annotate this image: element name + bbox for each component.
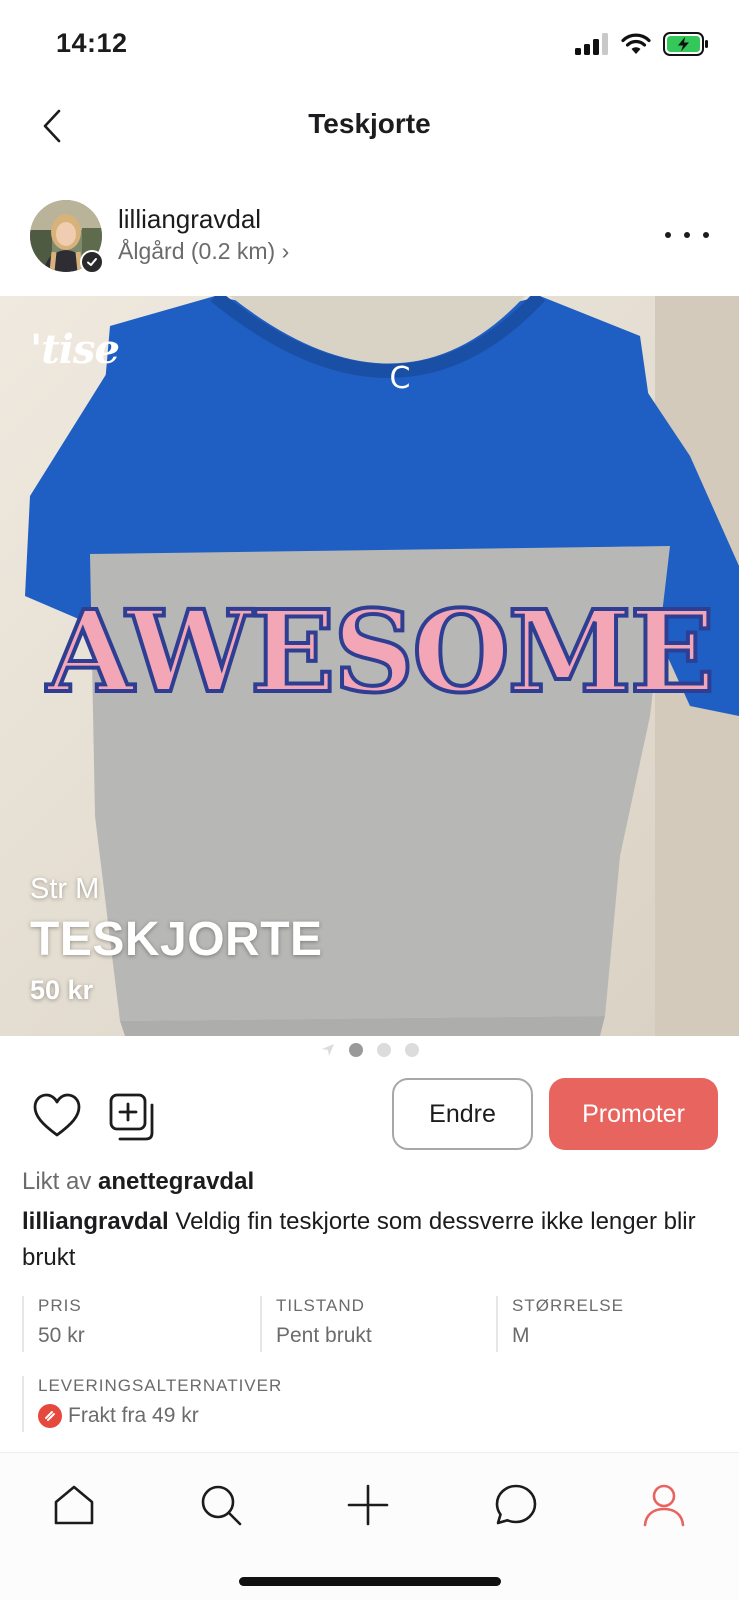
- home-indicator: [239, 1577, 501, 1586]
- tab-profile[interactable]: [634, 1475, 694, 1535]
- detail-size: STØRRELSE M: [496, 1296, 624, 1352]
- plus-icon: [347, 1484, 389, 1526]
- shirt-print: AWESOME: [46, 587, 713, 718]
- seller-header: lilliangravdal Ålgård (0.2 km) ›: [0, 196, 739, 280]
- wifi-icon: [621, 33, 651, 54]
- detail-label: PRIS: [38, 1296, 82, 1315]
- liked-by-user[interactable]: anettegravdal: [98, 1168, 254, 1195]
- more-dot-icon: [703, 232, 709, 238]
- overlay-price: 50 kr: [30, 975, 94, 1005]
- seller-location[interactable]: Ålgård (0.2 km) ›: [118, 238, 289, 265]
- liked-by: Likt av anettegravdal: [22, 1168, 254, 1196]
- detail-label: TILSTAND: [276, 1296, 365, 1315]
- add-collection-icon: [109, 1093, 154, 1141]
- more-dot-icon: [665, 232, 671, 238]
- tab-home[interactable]: [44, 1475, 104, 1535]
- overlay-size: Str M: [30, 873, 100, 905]
- pager-dot[interactable]: [404, 1043, 419, 1057]
- delivery-label: LEVERINGSALTERNATIVER: [38, 1376, 283, 1395]
- signal-icon: [575, 33, 608, 55]
- nav-bar: Teskjorte: [0, 90, 739, 162]
- status-time: 14:12: [56, 28, 128, 58]
- photo-pager: [0, 1040, 739, 1060]
- battery-charging-icon: [663, 32, 708, 56]
- tab-search[interactable]: [191, 1475, 251, 1535]
- more-dot-icon: [684, 232, 690, 238]
- more-options-button[interactable]: [665, 220, 709, 250]
- photo-overlay: Str M TESKJORTE 50 kr: [30, 873, 323, 1006]
- detail-condition: TILSTAND Pent brukt: [260, 1296, 372, 1352]
- details-grid: PRIS 50 kr TILSTAND Pent brukt STØRRELSE…: [22, 1296, 722, 1352]
- seller-username[interactable]: lilliangravdal: [118, 204, 261, 235]
- tise-logo: 'tise: [30, 326, 120, 373]
- detail-value: 50 kr: [38, 1324, 85, 1347]
- search-icon: [201, 1485, 242, 1526]
- profile-icon: [643, 1484, 685, 1527]
- description-username[interactable]: lilliangravdal: [22, 1208, 169, 1235]
- action-row: Endre Promoter: [0, 1078, 739, 1152]
- liked-by-prefix: Likt av: [22, 1168, 92, 1195]
- overlay-title: TESKJORTE: [30, 913, 323, 966]
- add-to-collection-button[interactable]: [108, 1092, 158, 1142]
- tab-create[interactable]: [338, 1475, 398, 1535]
- chat-icon: [495, 1484, 537, 1525]
- shipping-icon: [38, 1404, 62, 1428]
- detail-label: STØRRELSE: [512, 1296, 624, 1315]
- delivery-row: Frakt fra 49 kr: [38, 1404, 722, 1428]
- verified-badge-icon: [80, 250, 104, 274]
- tab-bar: [0, 1452, 739, 1600]
- detail-price: PRIS 50 kr: [22, 1296, 85, 1352]
- edit-button[interactable]: Endre: [392, 1078, 533, 1150]
- tab-messages[interactable]: [486, 1475, 546, 1535]
- svg-text:C: C: [390, 361, 411, 396]
- delivery-value: Frakt fra 49 kr: [68, 1404, 199, 1427]
- promote-button[interactable]: Promoter: [549, 1078, 718, 1150]
- page-title: Teskjorte: [308, 108, 431, 139]
- pager-dot[interactable]: [348, 1043, 363, 1057]
- status-bar: 14:12: [0, 0, 739, 90]
- like-button[interactable]: [32, 1092, 82, 1140]
- status-icons: [575, 32, 709, 56]
- detail-value: Pent brukt: [276, 1324, 372, 1347]
- description: lilliangravdal Veldig fin teskjorte som …: [22, 1204, 712, 1276]
- detail-value: M: [512, 1324, 530, 1347]
- home-icon: [54, 1485, 94, 1525]
- delivery-options[interactable]: LEVERINGSALTERNATIVER Frakt fra 49 kr: [22, 1376, 722, 1432]
- product-photo[interactable]: C AWESOME 'tise Str M TESKJORTE 50 kr: [0, 296, 739, 1036]
- pager-dot[interactable]: [376, 1043, 391, 1057]
- location-arrow-icon: [321, 1044, 334, 1056]
- heart-icon: [33, 1093, 81, 1137]
